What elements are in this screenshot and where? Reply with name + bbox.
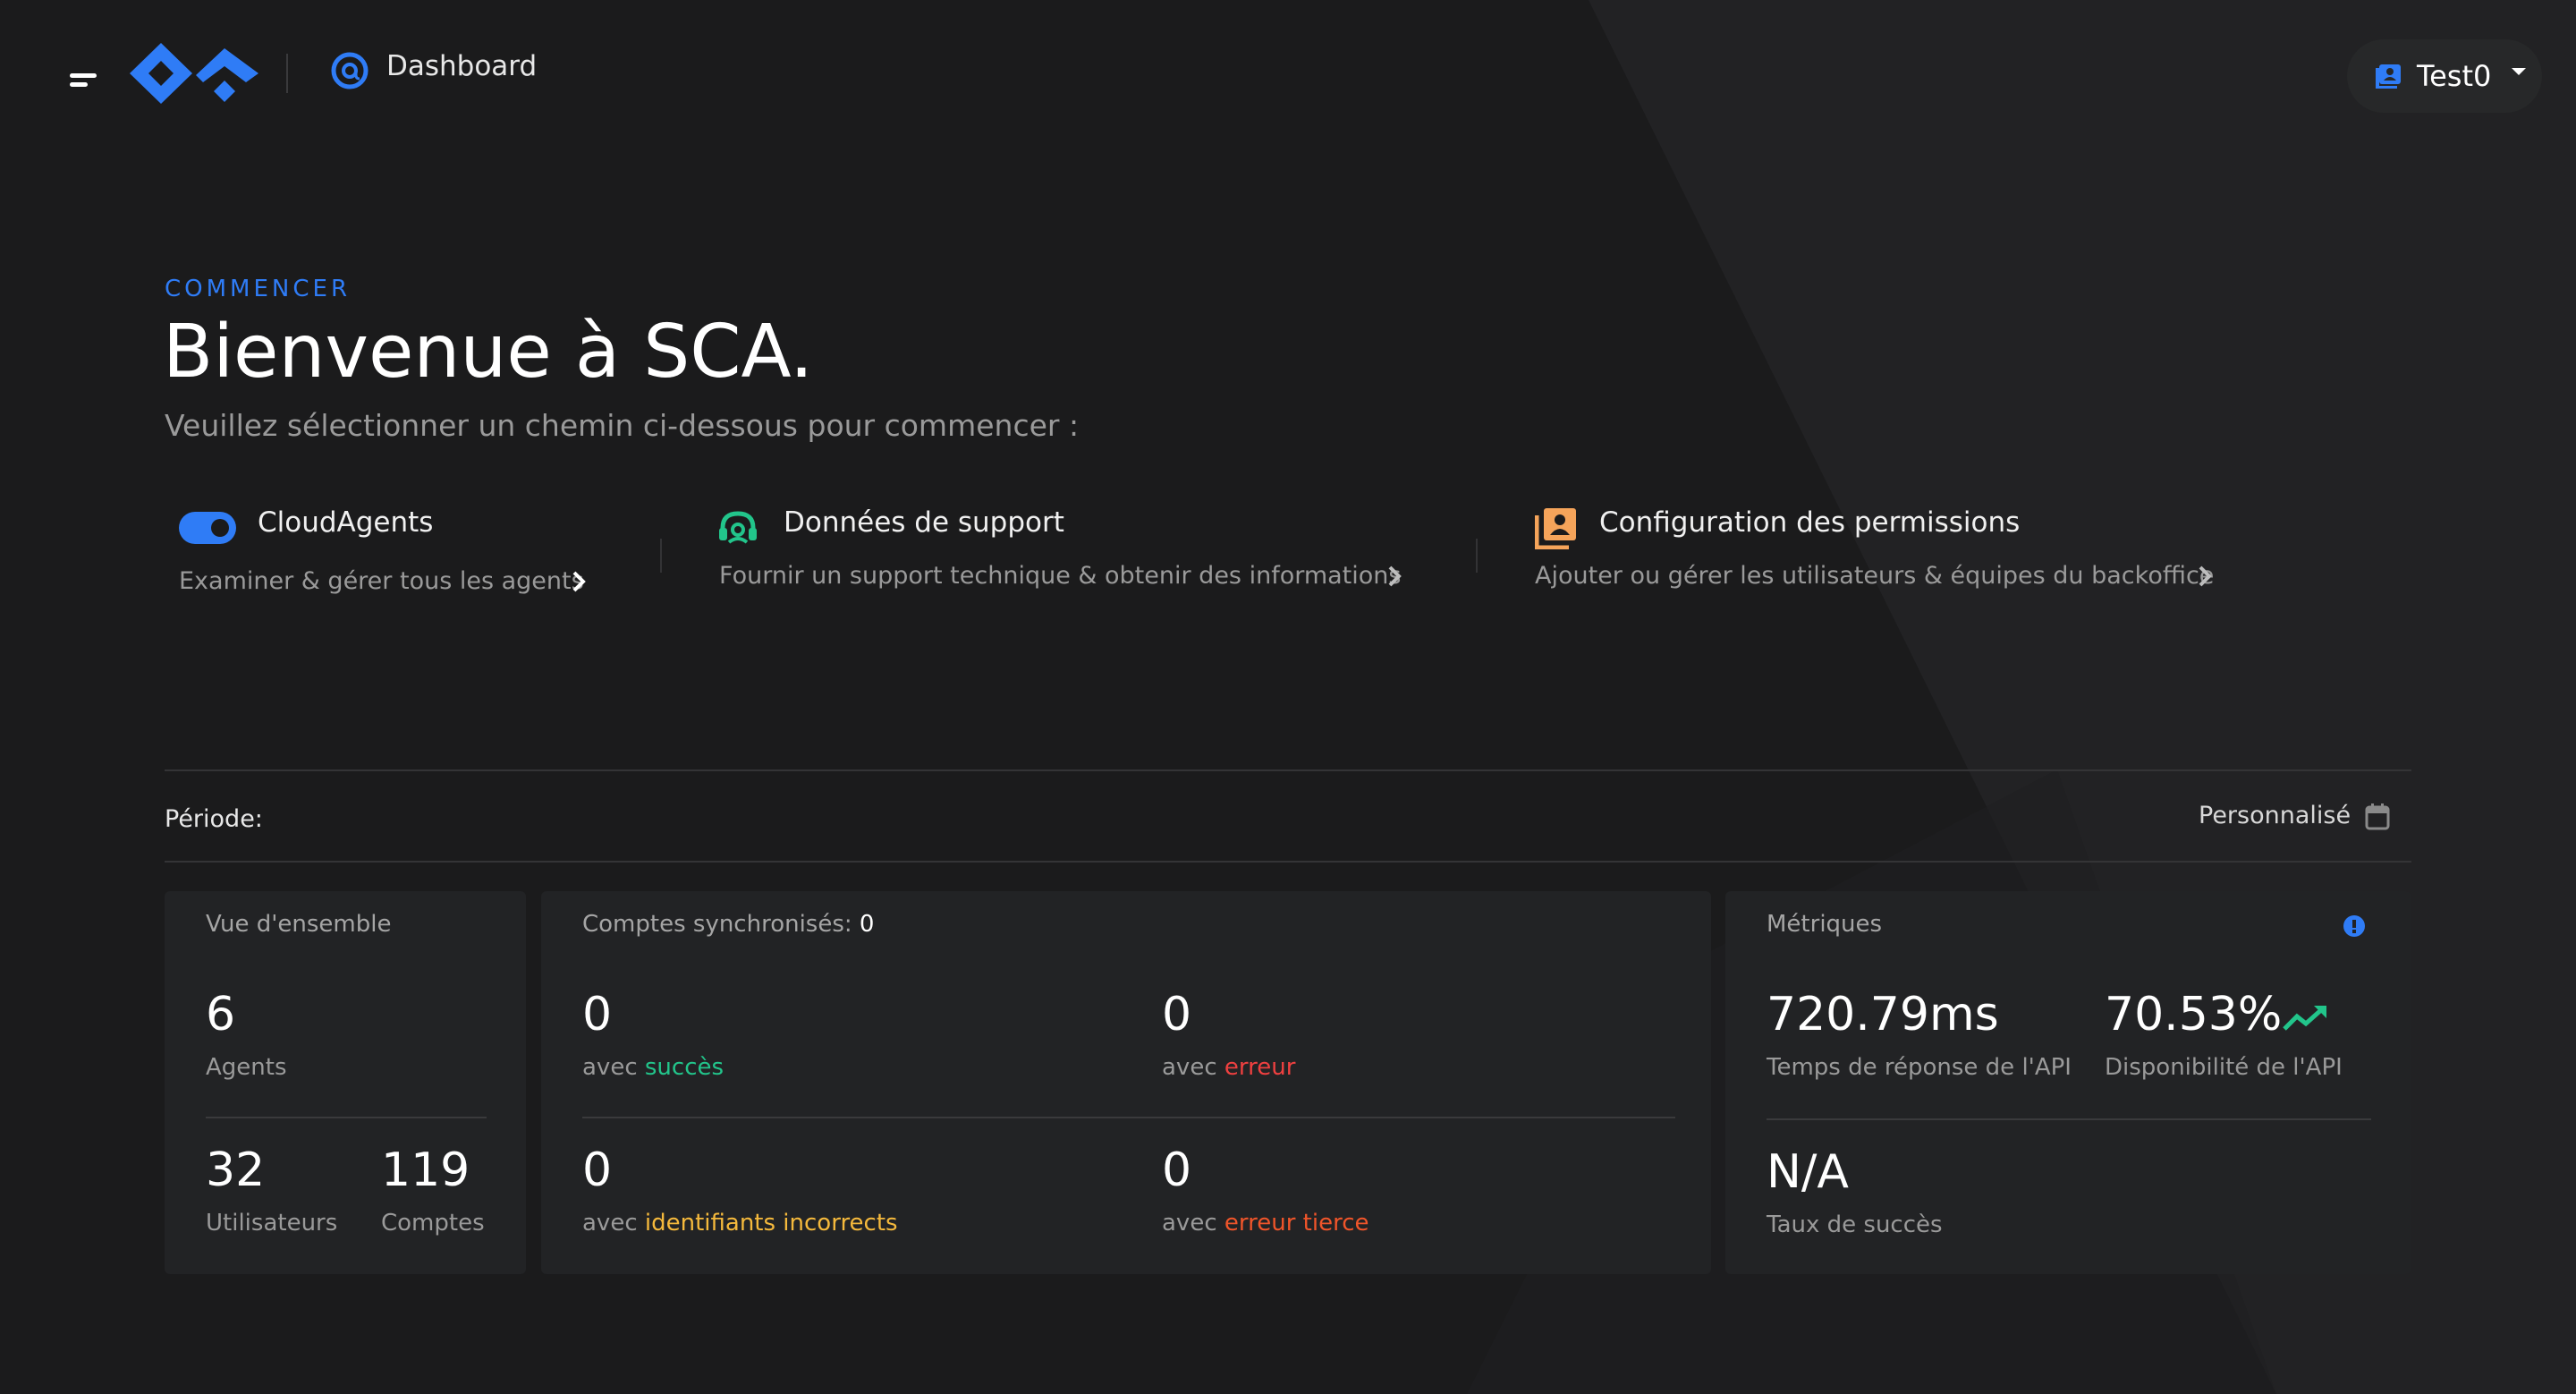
response-time-label: Temps de réponse de l'API: [1767, 1054, 2072, 1081]
user-list-icon: [1535, 508, 1576, 549]
path-desc: Examiner & gérer tous les agents: [179, 567, 584, 595]
chevron-down-icon: [2512, 68, 2526, 75]
sync-success-label: avec succès: [582, 1054, 724, 1081]
accounts-label: Comptes: [381, 1210, 485, 1237]
path-title: Données de support: [784, 506, 1064, 539]
metrics-card: Métriques 720.79ms Temps de réponse de l…: [1725, 891, 2411, 1274]
sync-prefix: avec: [582, 1054, 638, 1081]
user-menu-button[interactable]: Test0: [2347, 39, 2542, 113]
agents-label: Agents: [206, 1054, 287, 1081]
agents-value: 6: [206, 988, 236, 1041]
welcome-headline: Bienvenue à SCA.: [163, 310, 814, 395]
uptime-label: Disponibilité de l'API: [2105, 1054, 2343, 1081]
sync-bad-credentials-value: 0: [582, 1143, 613, 1197]
chevron-right-icon: [572, 571, 586, 592]
user-card-icon: [2376, 64, 2401, 89]
period-value: Personnalisé: [2199, 802, 2351, 829]
sync-title: Comptes synchronisés:: [582, 911, 852, 938]
sync-error-label: avec erreur: [1162, 1054, 1295, 1081]
trending-up-icon: [2283, 1006, 2326, 1031]
divider: [165, 861, 2411, 863]
path-divider: [660, 539, 662, 573]
users-value: 32: [206, 1143, 266, 1197]
header-divider: [286, 54, 288, 93]
card-divider: [582, 1117, 1675, 1118]
users-label: Utilisateurs: [206, 1210, 338, 1237]
path-title: Configuration des permissions: [1599, 506, 2021, 539]
uptime-value: 70.53%: [2105, 988, 2283, 1041]
chevron-right-icon: [1388, 565, 1402, 587]
eyebrow-label: COMMENCER: [165, 276, 352, 302]
logo-icon: [130, 43, 258, 104]
status-third-party-error: erreur tierce: [1224, 1210, 1369, 1237]
calendar-icon: [2365, 803, 2390, 830]
success-rate-value: N/A: [1767, 1145, 1849, 1199]
card-divider: [206, 1117, 487, 1118]
path-desc: Fournir un support technique & obtenir d…: [719, 562, 1402, 590]
chevron-right-icon: [2199, 565, 2212, 587]
user-name: Test0: [2417, 59, 2492, 93]
sync-card: Comptes synchronisés: 0 0 avec succès 0 …: [541, 891, 1711, 1274]
accounts-value: 119: [381, 1143, 470, 1197]
response-time-value: 720.79ms: [1767, 988, 1999, 1041]
card-divider: [1767, 1118, 2371, 1120]
path-title: CloudAgents: [258, 506, 434, 539]
card-title: Métriques: [1767, 911, 1883, 938]
overview-card: Vue d'ensemble 6 Agents 32 Utilisateurs …: [165, 891, 526, 1274]
headset-icon: [719, 511, 757, 544]
path-cloudagents[interactable]: CloudAgents Examiner & gérer tous les ag…: [175, 506, 605, 605]
sync-prefix: avec: [1162, 1210, 1217, 1237]
period-label: Période:: [165, 805, 263, 833]
sync-third-party-value: 0: [1162, 1143, 1192, 1197]
success-rate-label: Taux de succès: [1767, 1211, 1943, 1238]
dashboard-icon: [331, 52, 369, 89]
status-error: erreur: [1224, 1054, 1296, 1081]
app-root: Dashboard Test0 COMMENCER Bienvenue à SC…: [0, 0, 2576, 1394]
status-success: succès: [644, 1054, 724, 1081]
sync-prefix: avec: [582, 1210, 638, 1237]
info-icon[interactable]: [2343, 914, 2366, 938]
path-permissions[interactable]: Configuration des permissions Ajouter ou…: [1535, 506, 2233, 605]
sync-third-party-label: avec erreur tierce: [1162, 1210, 1369, 1237]
path-divider: [1476, 539, 1478, 573]
welcome-subline: Veuillez sélectionner un chemin ci-desso…: [165, 408, 1080, 443]
toggle-icon: [179, 512, 236, 544]
status-bad-credentials: identifiants incorrects: [644, 1210, 898, 1237]
card-title: Vue d'ensemble: [206, 911, 392, 938]
sync-count: 0: [859, 911, 875, 938]
path-desc: Ajouter ou gérer les utilisateurs & équi…: [1535, 562, 2215, 590]
path-support[interactable]: Données de support Fournir un support te…: [717, 506, 1415, 605]
sync-prefix: avec: [1162, 1054, 1217, 1081]
sync-bad-credentials-label: avec identifiants incorrects: [582, 1210, 898, 1237]
sync-error-value: 0: [1162, 988, 1192, 1041]
sync-success-value: 0: [582, 988, 613, 1041]
card-title: Comptes synchronisés: 0: [582, 911, 874, 938]
page-title: Dashboard: [386, 50, 538, 82]
divider: [165, 769, 2411, 771]
menu-icon[interactable]: [70, 73, 98, 89]
